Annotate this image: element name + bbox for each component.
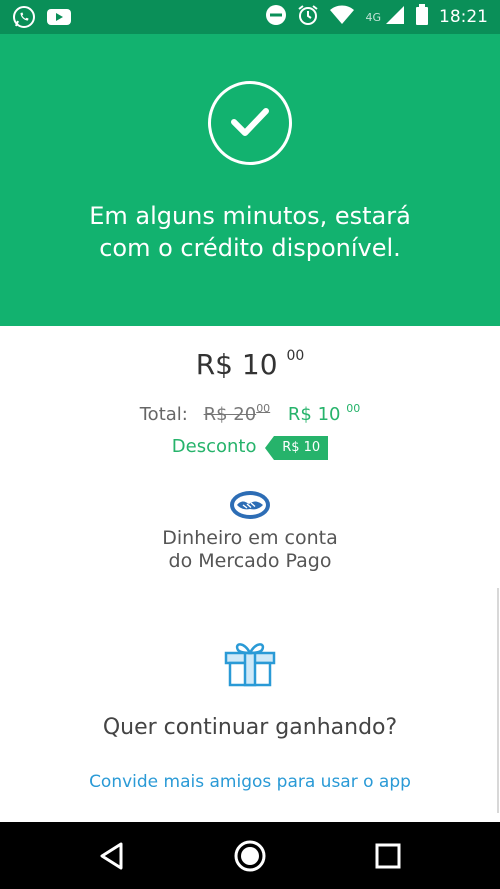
original-price: R$ 2000 (203, 402, 271, 425)
discount-tag: R$ 10 (265, 436, 329, 460)
original-price-main: R$ 20 (203, 404, 257, 425)
do-not-disturb-icon (265, 4, 287, 30)
recents-icon[interactable] (371, 839, 405, 873)
battery-icon (415, 4, 429, 30)
signal-icon (385, 5, 405, 29)
payment-method: Dinheiro em conta do Mercado Pago (162, 527, 338, 572)
youtube-icon (46, 7, 72, 31)
discount-label: Desconto (171, 436, 257, 457)
promo-title: Quer continuar ganhando? (102, 715, 398, 740)
mercado-pago-handshake-icon (229, 490, 271, 524)
check-icon (208, 81, 292, 165)
total-row: Total: R$ 2000 R$ 10 00 (0, 402, 500, 425)
original-price-cents: 00 (256, 402, 271, 415)
gift-icon (222, 639, 278, 691)
total-label: Total: (139, 404, 188, 425)
amount-cents: 00 (286, 348, 305, 364)
navigation-bar (0, 822, 500, 889)
final-price-cents: 00 (346, 402, 361, 415)
back-icon[interactable] (95, 839, 129, 873)
amount: R$ 10 00 (0, 348, 500, 381)
network-type: 4G (365, 10, 381, 24)
amount-main: R$ 10 (195, 348, 278, 381)
success-banner: Em alguns minutos, estará com o crédito … (0, 34, 500, 326)
wifi-icon (329, 5, 355, 29)
home-icon[interactable] (233, 839, 267, 873)
final-price: R$ 10 00 (287, 402, 361, 425)
status-bar: 4G 18:21 (0, 0, 500, 34)
final-price-main: R$ 10 (287, 404, 341, 425)
scrollbar[interactable] (497, 588, 499, 813)
discount-row: Desconto R$ 10 (0, 436, 500, 460)
alarm-icon (297, 4, 319, 30)
invite-friends-link[interactable]: Convide mais amigos para usar o app (0, 772, 500, 792)
clock: 18:21 (439, 7, 488, 27)
whatsapp-icon (12, 5, 36, 33)
success-message: Em alguns minutos, estará com o crédito … (89, 202, 411, 262)
